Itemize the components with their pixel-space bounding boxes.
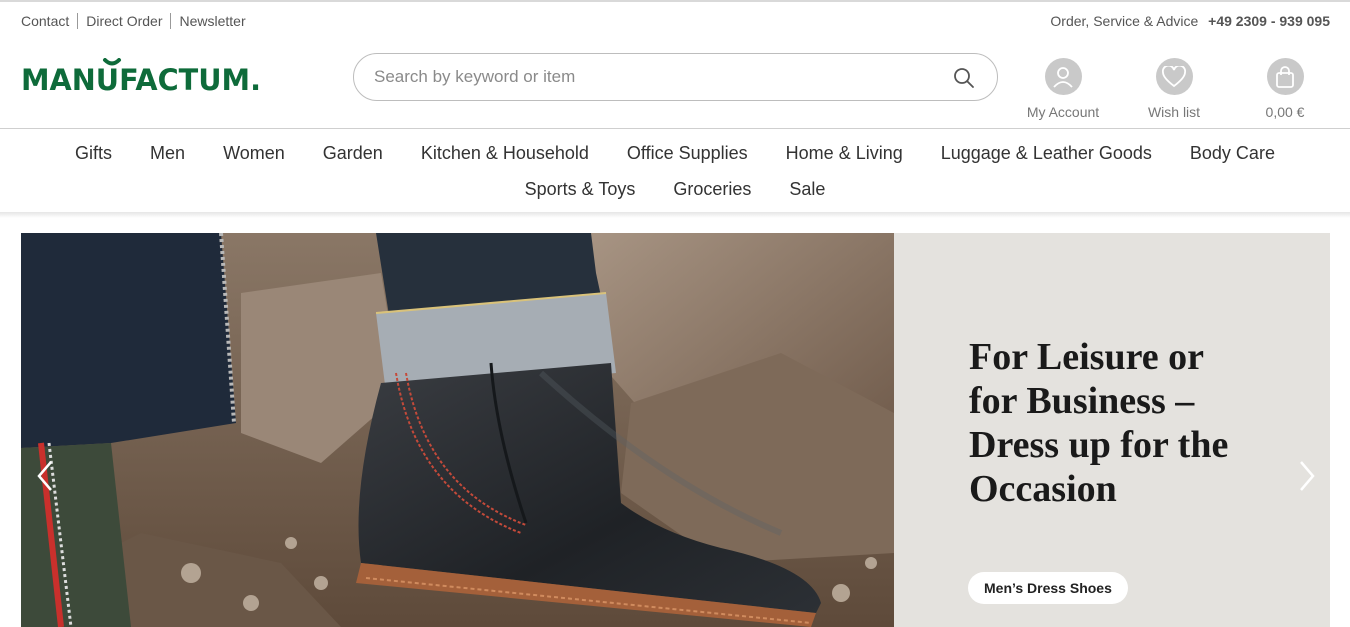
logo-text: MANUFACTUM. <box>21 63 261 96</box>
hero-title-line: For Leisure or <box>969 336 1204 378</box>
heart-icon <box>1155 58 1193 95</box>
hero-title-line: Occasion <box>969 468 1117 510</box>
nav-item-sports-toys[interactable]: Sports & Toys <box>525 179 636 200</box>
nav-item-gifts[interactable]: Gifts <box>75 143 112 164</box>
nav-item-men[interactable]: Men <box>150 143 185 164</box>
service-label: Order, Service & Advice <box>1050 13 1199 29</box>
service-info: Order, Service & Advice +49 2309 - 939 0… <box>1050 13 1330 29</box>
chevron-left-icon[interactable] <box>31 458 61 494</box>
phone-number[interactable]: +49 2309 - 939 095 <box>1208 13 1330 29</box>
utility-links: Contact Direct Order Newsletter <box>21 13 246 29</box>
chevron-right-icon[interactable] <box>1291 458 1321 494</box>
nav-item-luggage-leather[interactable]: Luggage & Leather Goods <box>941 143 1152 164</box>
wish-list-button[interactable]: Wish list <box>1119 58 1229 120</box>
nav-item-groceries[interactable]: Groceries <box>673 179 751 200</box>
nav-shadow <box>0 212 1350 218</box>
top-border <box>0 0 1350 2</box>
search-input[interactable] <box>374 54 934 100</box>
search-icon[interactable] <box>953 67 975 89</box>
user-icon <box>1044 58 1082 95</box>
manufactum-logo[interactable]: MANUFACTUM. <box>21 58 266 96</box>
shopping-bag-icon <box>1266 58 1304 95</box>
direct-order-link[interactable]: Direct Order <box>86 13 162 29</box>
search-bar <box>353 53 998 101</box>
nav-item-kitchen-household[interactable]: Kitchen & Household <box>421 143 589 164</box>
nav-item-women[interactable]: Women <box>223 143 285 164</box>
hero-title-line: Dress up for the <box>969 424 1229 466</box>
nav-item-office-supplies[interactable]: Office Supplies <box>627 143 748 164</box>
nav-row-2: Sports & Toys Groceries Sale <box>0 179 1350 200</box>
hero-slider: For Leisure or for Business – Dress up f… <box>21 233 1330 627</box>
boot-illustration <box>21 233 894 627</box>
nav-item-body-care[interactable]: Body Care <box>1190 143 1275 164</box>
cart-button[interactable]: 0,00 € <box>1230 58 1340 120</box>
main-navigation: Gifts Men Women Garden Kitchen & Househo… <box>0 129 1350 213</box>
hero-title-line: for Business – <box>969 380 1195 422</box>
nav-row-1: Gifts Men Women Garden Kitchen & Househo… <box>0 143 1350 164</box>
hero-image <box>21 233 894 627</box>
separator <box>170 13 172 29</box>
nav-item-sale[interactable]: Sale <box>789 179 825 200</box>
wish-list-label: Wish list <box>1147 104 1201 120</box>
newsletter-link[interactable]: Newsletter <box>179 13 245 29</box>
hero-title: For Leisure or for Business – Dress up f… <box>969 335 1269 511</box>
nav-item-garden[interactable]: Garden <box>323 143 383 164</box>
contact-link[interactable]: Contact <box>21 13 69 29</box>
nav-item-home-living[interactable]: Home & Living <box>786 143 903 164</box>
cart-total-label: 0,00 € <box>1265 104 1305 120</box>
hero-text-panel: For Leisure or for Business – Dress up f… <box>894 233 1330 627</box>
mens-dress-shoes-button[interactable]: Men’s Dress Shoes <box>968 572 1128 604</box>
my-account-label: My Account <box>1026 104 1100 120</box>
separator <box>77 13 79 29</box>
my-account-button[interactable]: My Account <box>1008 58 1118 120</box>
